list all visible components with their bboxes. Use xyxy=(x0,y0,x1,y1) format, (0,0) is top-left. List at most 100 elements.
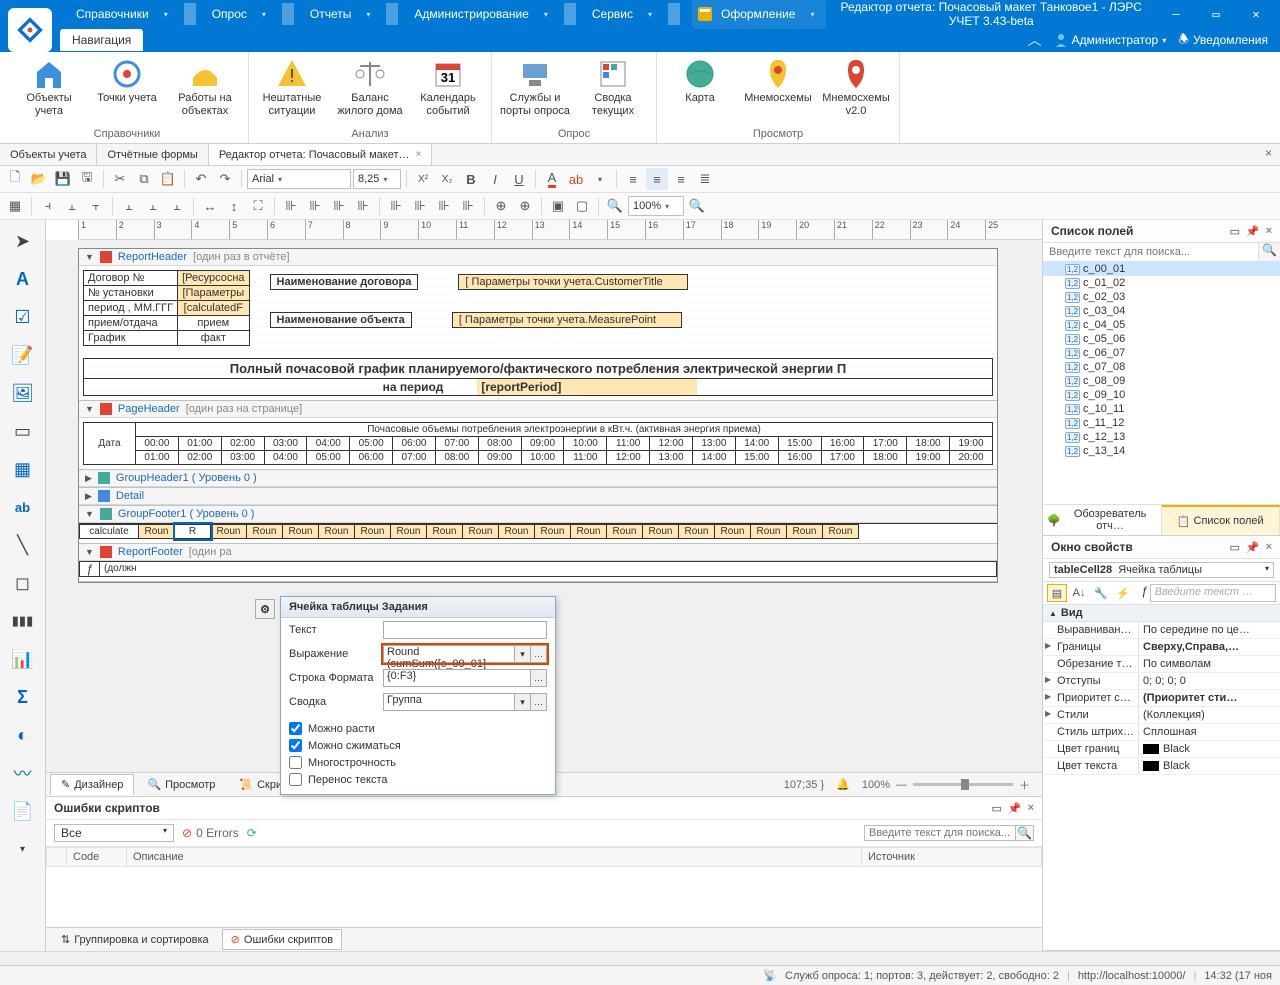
cell[interactable]: факт xyxy=(178,331,249,346)
hour-cell[interactable]: 06:00 xyxy=(350,451,393,465)
zoomin-icon[interactable]: 🔍 xyxy=(686,195,708,217)
undo-icon[interactable]: ↶ xyxy=(190,168,212,190)
subscript-icon[interactable]: X₂ xyxy=(436,168,458,190)
property-row[interactable]: ▶Стили(Коллекция) xyxy=(1043,707,1280,724)
cell[interactable]: Дата xyxy=(84,423,136,465)
align-t-icon[interactable]: ⫠ xyxy=(118,195,140,217)
multiline-checkbox[interactable] xyxy=(289,756,302,769)
hour-cell[interactable]: 12:00 xyxy=(607,451,650,465)
gf-cell[interactable]: Roun xyxy=(535,524,571,539)
cell[interactable]: Почасовые объемы потребления электроэнер… xyxy=(136,423,993,437)
line-tool[interactable]: ╲ xyxy=(8,530,38,560)
cell[interactable]: [ Параметры точки учета.CustomerTitle xyxy=(458,274,688,290)
hspace-dec-icon[interactable]: ⊪ xyxy=(328,195,350,217)
hour-cell[interactable]: 03:00 xyxy=(221,451,264,465)
pin-icon[interactable]: 📌 xyxy=(1246,541,1260,554)
superscript-icon[interactable]: X² xyxy=(412,168,434,190)
cell[interactable]: [calculatedF xyxy=(178,301,249,316)
user-menu[interactable]: Администратор▾ xyxy=(1054,33,1167,47)
hour-cell[interactable]: 16:00 xyxy=(778,451,821,465)
gf-cell[interactable]: Roun xyxy=(643,524,679,539)
menu-otchety[interactable]: Отчеты▾ xyxy=(298,0,383,29)
minimize-button[interactable]: — xyxy=(1156,0,1196,28)
grid-icon[interactable]: ▦ xyxy=(4,195,26,217)
ellipsis-icon[interactable]: … xyxy=(531,669,547,687)
gf-cell[interactable]: Roun xyxy=(751,524,787,539)
hour-cell[interactable]: 19:00 xyxy=(950,437,993,451)
redo-icon[interactable]: ↷ xyxy=(214,168,236,190)
align-c-icon[interactable]: ⫠ xyxy=(61,195,83,217)
picture-tool[interactable]: 🖼 xyxy=(8,378,38,408)
gf-cell[interactable]: Roun xyxy=(355,524,391,539)
field-item[interactable]: c_05_06 xyxy=(1043,332,1280,346)
vspace-rm-icon[interactable]: ⊪ xyxy=(457,195,479,217)
menu-admin[interactable]: Администрирование▾ xyxy=(402,0,559,29)
property-row[interactable]: Стиль штрих…Сплошная xyxy=(1043,724,1280,741)
hour-cell[interactable]: 11:00 xyxy=(564,451,607,465)
pin-icon[interactable]: 📌 xyxy=(1246,225,1260,238)
samew-icon[interactable]: ↔ xyxy=(199,195,221,217)
character-tool[interactable]: ab xyxy=(8,492,38,522)
vspace-eq-icon[interactable]: ⊪ xyxy=(385,195,407,217)
property-row[interactable]: ▶Приоритет ст…(Приоритет сти… xyxy=(1043,690,1280,707)
tab-fields[interactable]: 📋Список полей xyxy=(1162,505,1280,535)
underline-icon[interactable]: U xyxy=(508,168,530,190)
band-reportfooter[interactable]: ▼ReportFooter [один ра xyxy=(79,544,997,561)
chart-tool[interactable]: 📊 xyxy=(8,644,38,674)
zoomout-icon[interactable]: — xyxy=(896,779,907,791)
ribbon-mnemo[interactable]: Мнемосхемы xyxy=(739,54,817,109)
new-icon[interactable]: 🗋 xyxy=(4,168,26,190)
ribbon-services[interactable]: Службы и порты опроса xyxy=(496,54,574,121)
gf-cell[interactable]: Roun xyxy=(715,524,751,539)
az-view-icon[interactable]: A↓ xyxy=(1069,584,1089,602)
gf-cell[interactable]: Roun xyxy=(823,524,859,539)
align-center-icon[interactable]: ≡ xyxy=(646,168,668,190)
tab-explorer[interactable]: 🌳Обозреватель отч… xyxy=(1043,505,1162,535)
field-item[interactable]: c_06_07 xyxy=(1043,346,1280,360)
hspace-rm-icon[interactable]: ⊪ xyxy=(352,195,374,217)
tab-script-errors[interactable]: ⊘Ошибки скриптов xyxy=(222,929,342,950)
cell[interactable]: [reportPeriod] xyxy=(477,379,697,395)
band-groupheader[interactable]: ▶GroupHeader1 ( Уровень 0 ) xyxy=(79,470,997,487)
cell[interactable]: Наименование объекта xyxy=(270,312,412,328)
hscroll[interactable] xyxy=(0,951,1280,965)
ribbon-collapse-icon[interactable]: ︿ xyxy=(1028,30,1042,50)
hour-cell[interactable]: 08:00 xyxy=(478,437,521,451)
hour-cell[interactable]: 19:00 xyxy=(907,451,950,465)
dropdown-icon[interactable]: ▾ xyxy=(515,693,531,711)
text-input[interactable] xyxy=(383,621,547,639)
hour-cell[interactable]: 15:00 xyxy=(735,451,778,465)
samesize-icon[interactable]: ⛶ xyxy=(247,195,269,217)
align-justify-icon[interactable]: ≣ xyxy=(694,168,716,190)
field-item[interactable]: c_13_14 xyxy=(1043,444,1280,458)
close-icon[interactable]: × xyxy=(1028,802,1034,815)
property-row[interactable]: Выравнивани…По середине по це… xyxy=(1043,622,1280,639)
close-icon[interactable]: × xyxy=(416,149,422,160)
window-icon[interactable]: ▭ xyxy=(1229,225,1239,238)
cell[interactable]: (должн xyxy=(100,562,141,576)
saveall-icon[interactable]: 🖫 xyxy=(76,168,98,190)
zoom-slider[interactable] xyxy=(913,783,1013,786)
field-item[interactable]: c_12_13 xyxy=(1043,430,1280,444)
field-item[interactable]: c_02_03 xyxy=(1043,290,1280,304)
align-left-icon[interactable]: ≡ xyxy=(622,168,644,190)
hour-cell[interactable]: 09:00 xyxy=(521,437,564,451)
zoom-combo[interactable]: 100%▾ xyxy=(628,196,684,216)
cell[interactable]: ƒ xyxy=(80,562,100,576)
align-m-icon[interactable]: ⫠ xyxy=(142,195,164,217)
dropdown-icon[interactable]: ▾ xyxy=(589,168,611,190)
gf-cell[interactable]: calculate xyxy=(79,524,139,539)
cell[interactable]: прием xyxy=(178,316,249,331)
cell[interactable]: № установки xyxy=(84,286,178,301)
field-item[interactable]: c_04_05 xyxy=(1043,318,1280,332)
sum-tool[interactable]: Σ xyxy=(8,682,38,712)
menu-service[interactable]: Сервис▾ xyxy=(580,0,664,29)
ellipsis-icon[interactable]: … xyxy=(531,693,547,711)
app-logo[interactable] xyxy=(4,4,60,56)
gear-icon[interactable]: ⚙ xyxy=(255,599,275,619)
barcode-tool[interactable]: ▮▮▮ xyxy=(8,606,38,636)
gf-cell[interactable]: Roun xyxy=(139,524,175,539)
align-r-icon[interactable]: ⫟ xyxy=(85,195,107,217)
hour-cell[interactable]: 02:00 xyxy=(221,437,264,451)
close-button[interactable]: ✕ xyxy=(1236,0,1276,28)
